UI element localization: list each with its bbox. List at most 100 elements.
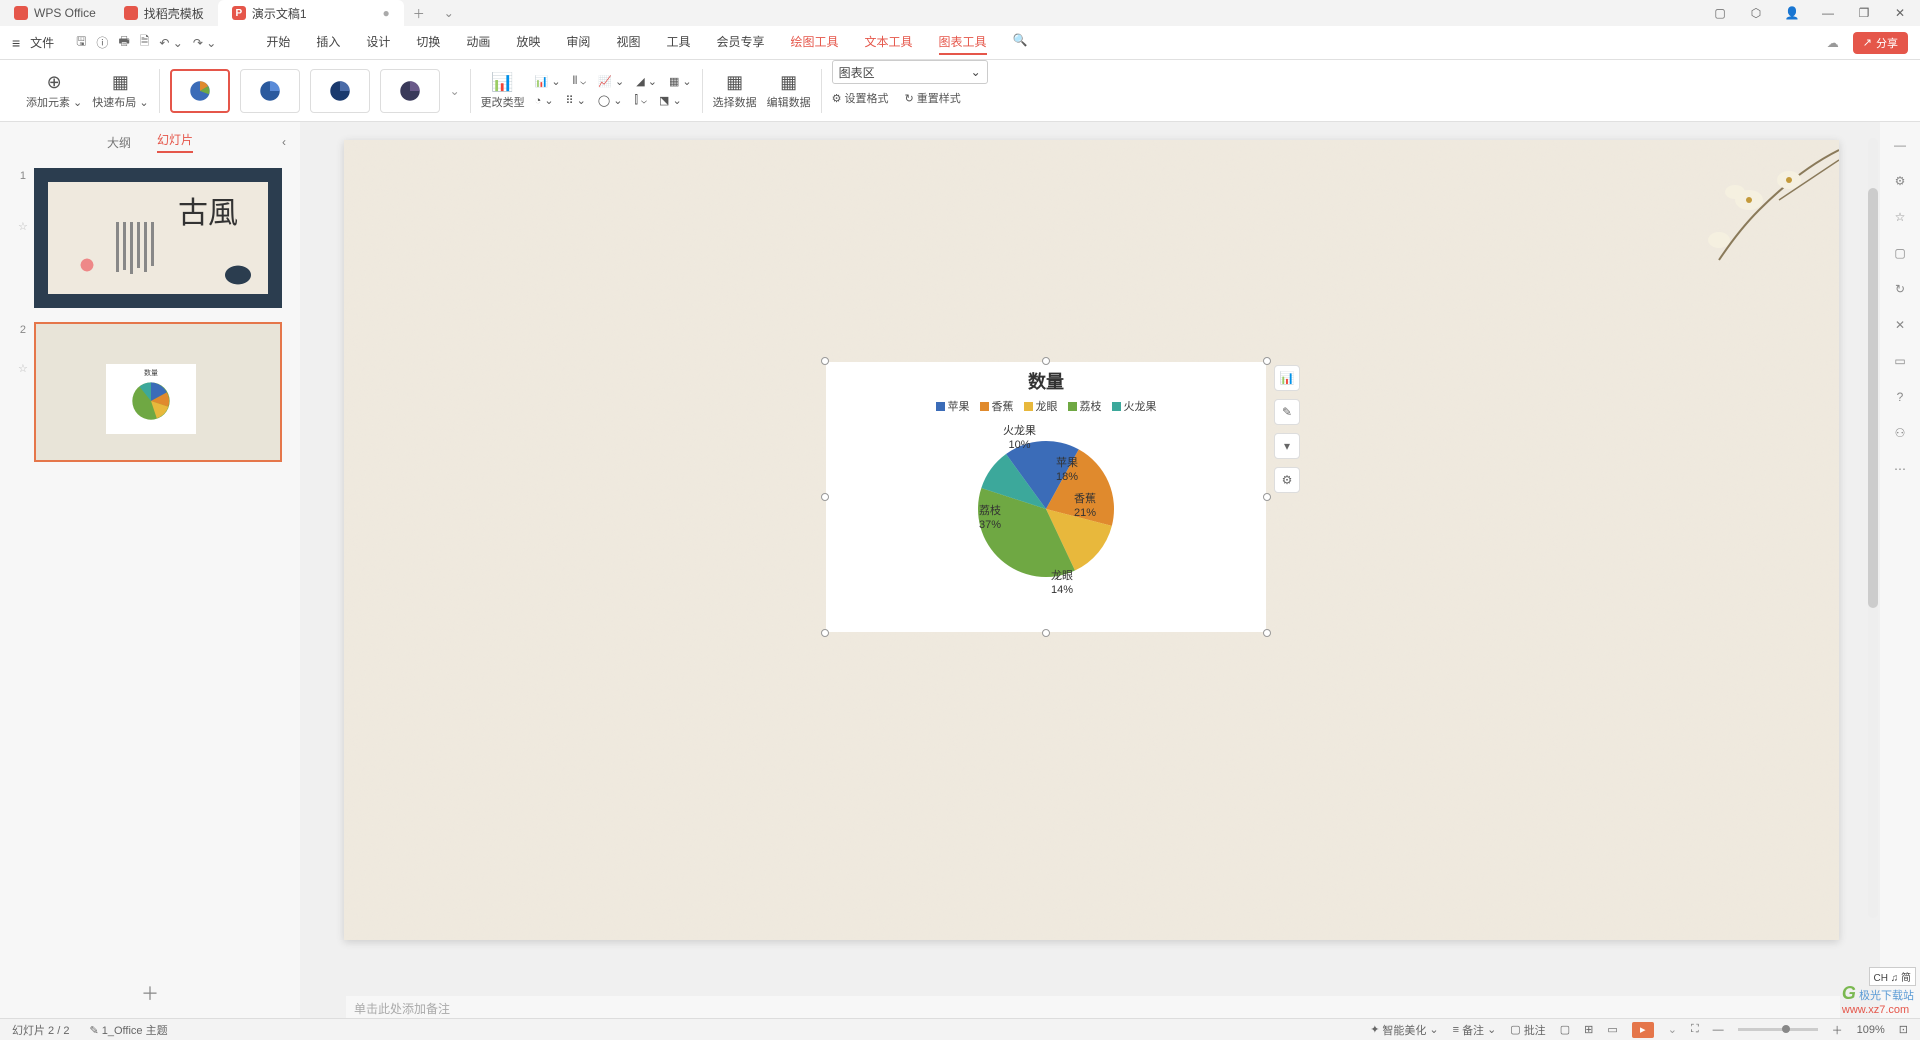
tab-vip[interactable]: 会员专享 [716,30,764,55]
zoom-in-button[interactable]: ＋ [1832,1022,1843,1038]
notes-area[interactable]: 单击此处添加备注 [346,996,1840,1018]
chart-elements-button[interactable]: 📊 [1274,365,1300,391]
redo-button[interactable]: ↷ ⌄ [193,36,216,50]
tab-design[interactable]: 设计 [366,30,390,55]
resize-handle[interactable] [821,493,829,501]
fit-window-icon[interactable]: ⊡ [1899,1023,1908,1036]
tab-slideshow[interactable]: 放映 [516,30,540,55]
chart-object[interactable]: 数量 苹果 香蕉 龙眼 荔枝 火龙果 苹果18% 香蕉21% 龙眼14% 荔枝3… [826,362,1266,632]
outline-tab[interactable]: 大纲 [107,134,131,151]
add-slide-button[interactable]: ＋ [0,968,300,1018]
chart-styles-button[interactable]: ✎ [1274,399,1300,425]
chart-title[interactable]: 数量 [826,362,1266,394]
vertical-scrollbar[interactable] [1868,138,1878,918]
edit-data-button[interactable]: ▦编辑数据 [767,72,811,110]
grid-dropdown[interactable]: ▦ ⌄ [669,75,692,88]
preview-icon[interactable]: 🗎 [140,32,150,53]
window-app-icon[interactable]: ▢ [1710,3,1730,23]
pie-dropdown[interactable]: ◔ ⌄ [535,94,554,107]
change-type-button[interactable]: 📊更改类型 [481,72,525,110]
minus-icon[interactable]: — [1894,138,1906,152]
reset-style-button[interactable]: ↻ 重置样式 [905,90,961,106]
column-dropdown[interactable]: ⫴ ⌄ [573,75,587,88]
comments-button[interactable]: ▢ 批注 [1510,1022,1545,1038]
tab-insert[interactable]: 插入 [316,30,340,55]
menu-icon[interactable]: ≡ [12,35,20,51]
tab-templates[interactable]: 找稻壳模板 [110,0,218,26]
area-dropdown[interactable]: ◢ ⌄ [636,75,657,88]
new-tab-button[interactable]: ＋ [404,5,434,22]
tab-text-tools[interactable]: 文本工具 [865,30,913,55]
slide-thumbnail-1[interactable]: 古風 [34,168,282,308]
smart-beautify-button[interactable]: ✦ 智能美化 ⌄ [1370,1022,1438,1038]
chart-settings-button[interactable]: ⚙ [1274,467,1300,493]
style-more[interactable]: ⌄ [450,84,460,98]
robot-icon[interactable]: ⚇ [1895,426,1906,440]
cube-icon[interactable]: ⬡ [1746,3,1766,23]
close-button[interactable]: ✕ [1890,3,1910,23]
resize-handle[interactable] [1263,493,1271,501]
save-icon[interactable]: 🖫 [76,32,86,53]
resize-handle[interactable] [1263,357,1271,365]
chart-style-1[interactable] [170,69,230,113]
slides-tab[interactable]: 幻灯片 [157,131,193,153]
tab-dropdown[interactable]: ⌄ [434,6,464,20]
chart-style-3[interactable] [310,69,370,113]
help-icon[interactable]: ? [1897,390,1904,404]
file-menu[interactable]: 文件 [30,34,54,51]
resize-handle[interactable] [821,357,829,365]
tab-animation[interactable]: 动画 [466,30,490,55]
slide-canvas[interactable]: 数量 苹果 香蕉 龙眼 荔枝 火龙果 苹果18% 香蕉21% 龙眼14% 荔枝3… [344,140,1839,940]
set-format-button[interactable]: ⚙ 设置格式 [832,90,889,106]
resize-handle[interactable] [1042,629,1050,637]
cloud-icon[interactable]: ☁ [1827,36,1839,50]
reading-view-icon[interactable]: ▭ [1607,1023,1617,1036]
add-element-button[interactable]: ⊕添加元素 ⌄ [26,72,82,110]
sorter-view-icon[interactable]: ⊞ [1584,1023,1593,1036]
slide-thumbnail-2[interactable]: 数量 [34,322,282,462]
collapse-panel-icon[interactable]: ‹ [282,135,286,149]
notes-button[interactable]: ≡ 备注 ⌄ [1453,1022,1497,1038]
share-button[interactable]: ↗ 分享 [1853,32,1908,54]
print-icon[interactable]: 🖶 [118,32,129,53]
resize-handle[interactable] [1042,357,1050,365]
slides-icon[interactable]: ▢ [1894,246,1905,260]
more-icon[interactable]: ⋯ [1894,462,1906,476]
search-icon[interactable]: 🔍 [1013,30,1028,55]
tab-transition[interactable]: 切换 [416,30,440,55]
tools-icon[interactable]: ✕ [1895,318,1905,332]
settings-icon[interactable]: ⚙ [1895,174,1906,188]
donut-dropdown[interactable]: ◯ ⌄ [598,94,623,107]
select-data-button[interactable]: ▦选择数据 [713,72,757,110]
normal-view-icon[interactable]: ▢ [1560,1023,1570,1036]
chart-area-combo[interactable]: 图表区⌄ [832,60,988,84]
tab-document[interactable]: 演示文稿1● [218,0,404,26]
tab-review[interactable]: 审阅 [566,30,590,55]
stock-dropdown[interactable]: ⫿ ⌄ [634,94,647,107]
chart-style-4[interactable] [380,69,440,113]
tab-chart-tools[interactable]: 图表工具 [939,30,987,55]
tab-drawing-tools[interactable]: 绘图工具 [790,30,838,55]
pie-chart[interactable]: 苹果18% 香蕉21% 龙眼14% 荔枝37% 火龙果10% [961,424,1131,594]
scatter-dropdown[interactable]: ⠿ ⌄ [566,94,586,107]
undo-button[interactable]: ↶ ⌄ [159,36,182,50]
tab-tools[interactable]: 工具 [666,30,690,55]
maximize-button[interactable]: ❐ [1854,3,1874,23]
refresh-icon[interactable]: ↻ [1895,282,1905,296]
zoom-slider[interactable] [1738,1028,1818,1031]
zoom-label[interactable]: 109% [1857,1024,1885,1036]
slideshow-button[interactable]: ▸ [1632,1022,1654,1038]
tab-view[interactable]: 视图 [616,30,640,55]
tab-wps-home[interactable]: WPS Office [0,0,110,26]
minimize-button[interactable]: — [1818,3,1838,23]
book-icon[interactable]: ▭ [1894,354,1905,368]
combo-dropdown[interactable]: ⬔ ⌄ [659,94,682,107]
avatar-icon[interactable]: 👤 [1782,3,1802,23]
link-icon[interactable]: ⓘ [96,34,108,51]
resize-handle[interactable] [821,629,829,637]
line-dropdown[interactable]: 📈 ⌄ [598,75,624,88]
star-icon[interactable]: ☆ [1895,210,1906,224]
resize-handle[interactable] [1263,629,1271,637]
fit-icon[interactable]: ⛶ [1691,1023,1699,1036]
tab-start[interactable]: 开始 [266,30,290,55]
